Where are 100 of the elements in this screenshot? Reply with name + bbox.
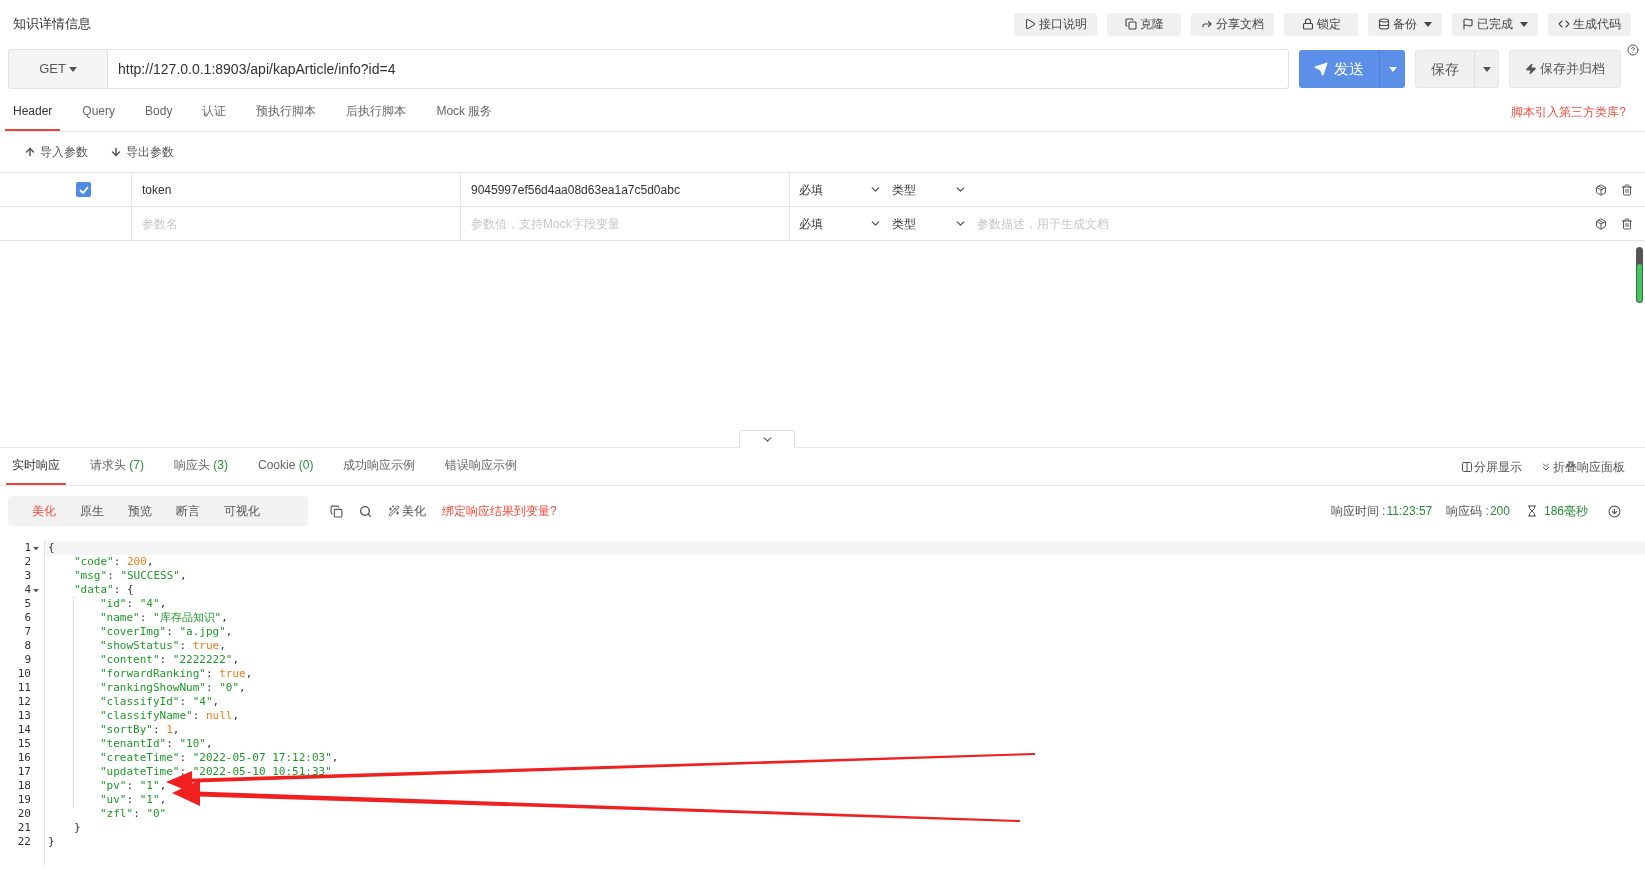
request-tab[interactable]: 预执行脚本 [248, 93, 325, 131]
toolbar-button[interactable]: 克隆 [1107, 12, 1181, 36]
trash-icon[interactable] [1621, 183, 1633, 196]
download-icon[interactable] [1608, 504, 1621, 518]
request-tab[interactable]: 后执行脚本 [338, 93, 415, 131]
status-code-label: 响应码 : [1446, 503, 1489, 520]
toolbar-button[interactable]: 锁定 [1284, 12, 1358, 36]
copy-icon [1124, 18, 1137, 30]
line-number: 21 [17, 821, 31, 835]
hourglass-icon [1525, 505, 1538, 517]
response-tab[interactable]: 响应头 (3) [168, 447, 235, 485]
code-line: "id": "4", [100, 597, 167, 610]
line-number: 14 [17, 723, 31, 737]
wand-icon [388, 505, 400, 517]
line-number: 1 [24, 541, 31, 555]
request-tab[interactable]: Query [74, 93, 124, 131]
type-select[interactable]: 类型 [892, 180, 967, 199]
check-icon [78, 185, 89, 194]
code-line: } [74, 821, 81, 834]
toolbar-button[interactable]: 分享文档 [1191, 12, 1274, 36]
param-action-button[interactable]: 导入参数 [24, 143, 88, 161]
code-line: "showStatus": true, [100, 639, 226, 652]
help-icon[interactable] [1627, 44, 1639, 56]
code-icon [1558, 18, 1570, 30]
line-number: 4 [24, 583, 31, 597]
line-number: 15 [17, 737, 31, 751]
script-library-link[interactable]: 脚本引入第三方类库? [1511, 102, 1626, 121]
response-tab[interactable]: 实时响应 [6, 447, 66, 485]
url-field[interactable]: http://127.0.0.1:8903/api/kapArticle/info?id=4 [108, 49, 1289, 89]
beautify-button[interactable]: 美化 [388, 502, 426, 520]
required-select[interactable]: 必填 [799, 214, 882, 233]
toolbar-button[interactable]: 接口说明 [1014, 12, 1097, 36]
arrow-down-icon [110, 146, 122, 158]
view-mode-tab[interactable]: 原生 [72, 502, 112, 520]
request-tab[interactable]: 认证 [194, 93, 235, 131]
code-line: "createTime": "2022-05-07 17:12:03", [100, 751, 339, 764]
caret-icon [33, 546, 39, 550]
response-tab[interactable]: 成功响应示例 [337, 447, 422, 485]
caret-icon [33, 588, 39, 592]
response-time-value: 11:23:57 [1386, 503, 1433, 520]
request-tab[interactable]: Mock 服务 [428, 93, 501, 131]
param-action-button[interactable]: 导出参数 [110, 143, 174, 161]
code-line: "classifyName": null, [100, 709, 240, 722]
request-tab[interactable]: Header [5, 93, 61, 131]
toolbar-button[interactable]: 备份 [1368, 12, 1442, 36]
line-number: 11 [17, 681, 31, 695]
copy-icon[interactable] [330, 504, 343, 518]
request-tab[interactable]: Body [137, 93, 181, 131]
view-mode-tab[interactable]: 断言 [168, 502, 208, 520]
response-time-label: 响应时间 : [1330, 503, 1386, 520]
cube-icon[interactable] [1595, 217, 1607, 230]
arrow-up-icon [24, 146, 36, 158]
param-value-field[interactable]: 9045997ef56d4aa08d63ea1a7c5d0abc [461, 173, 790, 206]
double-chevron-icon [1540, 460, 1552, 473]
method-dropdown[interactable]: GET [8, 49, 108, 89]
database-icon [1378, 18, 1390, 30]
toolbar-button[interactable]: 生成代码 [1548, 12, 1631, 36]
send-icon [1314, 62, 1328, 76]
response-tab[interactable]: Cookie (0) [252, 447, 320, 485]
code-line: "name": "库存品知识", [100, 611, 228, 624]
page-title: 知识详情信息 [13, 15, 91, 34]
enable-checkbox[interactable] [76, 182, 91, 197]
line-number: 17 [17, 765, 31, 779]
line-number: 12 [17, 695, 31, 709]
code-line: "tenantId": "10", [100, 737, 213, 750]
view-mode-tab[interactable]: 预览 [120, 502, 160, 520]
view-mode-tab[interactable]: 可视化 [216, 502, 268, 520]
play-icon [1024, 18, 1036, 30]
code-line: "coverImg": "a.jpg", [100, 625, 233, 638]
code-line: "rankingShowNum": "0", [100, 681, 246, 694]
toolbar-button[interactable]: 已完成 [1452, 12, 1538, 36]
line-number: 9 [24, 653, 31, 667]
duration-value: 186毫秒 [1543, 503, 1588, 520]
split-screen-button[interactable]: 分屏显示 [1461, 457, 1522, 476]
search-icon[interactable] [359, 504, 372, 518]
line-number: 8 [24, 639, 31, 653]
caret-icon [1424, 21, 1432, 27]
code-line: "pv": "1", [100, 779, 167, 792]
response-tab[interactable]: 请求头 (7) [84, 447, 150, 485]
code-line: "forwardRanking": true, [100, 667, 253, 680]
code-line: "classifyId": "4", [100, 695, 220, 708]
code-line: { [48, 541, 55, 554]
line-number: 7 [24, 625, 31, 639]
param-name-field[interactable]: token [132, 173, 461, 206]
bind-variable-link[interactable]: 绑定响应结果到变量? [442, 502, 557, 520]
line-number: 20 [17, 807, 31, 821]
code-line: "updateTime": "2022-05-10 10:51:33" [100, 765, 332, 778]
code-line: "content": "2222222", [100, 653, 240, 666]
code-line: "uv": "1", [100, 793, 167, 806]
cube-icon[interactable] [1595, 183, 1607, 196]
line-number: 16 [17, 751, 31, 765]
collapse-toggle[interactable] [739, 430, 795, 448]
level-scrollbar [1636, 247, 1643, 303]
response-tab[interactable]: 错误响应示例 [439, 447, 524, 485]
line-number: 2 [24, 555, 31, 569]
type-select[interactable]: 类型 [892, 214, 967, 233]
trash-icon[interactable] [1621, 217, 1633, 230]
required-select[interactable]: 必填 [799, 180, 882, 199]
collapse-panel-button[interactable]: 折叠响应面板 [1540, 457, 1625, 476]
save-archive-button[interactable]: 保存并归档 [1509, 50, 1621, 88]
